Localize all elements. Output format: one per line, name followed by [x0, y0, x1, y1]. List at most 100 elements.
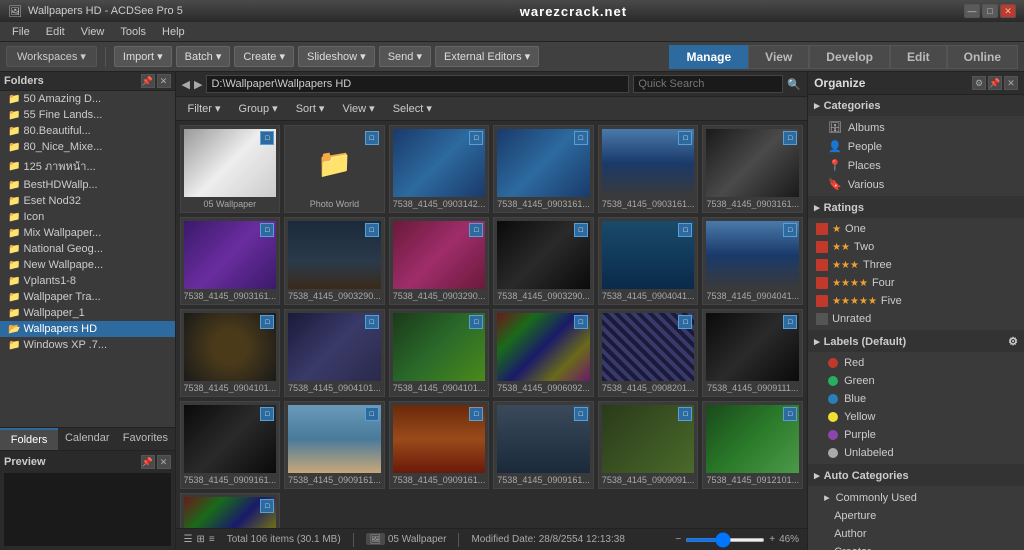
- sort-button[interactable]: Sort ▾: [290, 100, 331, 117]
- thumbnail-item[interactable]: □7538_4145_0903290...: [389, 217, 490, 305]
- tab-view[interactable]: View: [748, 45, 809, 69]
- thumbnail-item[interactable]: □7538_4145_0906092...: [493, 309, 594, 397]
- thumbnail-item[interactable]: □7538_4145_0908201...: [598, 309, 699, 397]
- thumbnail-item[interactable]: □7538_4145_0912101...: [180, 493, 281, 528]
- label-yellow[interactable]: Yellow: [808, 408, 1024, 426]
- view-mode-details[interactable]: ≡: [209, 534, 215, 545]
- thumbnail-item[interactable]: □7538_4145_0909161...: [389, 401, 490, 489]
- slideshow-button[interactable]: Slideshow ▾: [298, 46, 375, 67]
- organize-pin-button[interactable]: 📌: [988, 76, 1002, 90]
- tab-calendar[interactable]: Calendar: [58, 428, 116, 450]
- thumbnails-area[interactable]: □05 Wallpaper📁□Photo World□7538_4145_090…: [176, 121, 808, 528]
- organize-gear-button[interactable]: ⚙: [972, 76, 986, 90]
- thumbnail-item[interactable]: □7538_4145_0904101...: [180, 309, 281, 397]
- preview-pin-button[interactable]: 📌: [141, 455, 155, 469]
- folder-item-vplants[interactable]: 📁 Vplants1-8: [0, 273, 175, 289]
- search-input[interactable]: [633, 75, 783, 93]
- commonly-used-header[interactable]: ▸ Commonly Used: [808, 488, 1024, 507]
- thumbnail-item[interactable]: □7538_4145_0904041...: [702, 217, 803, 305]
- nav-forward-button[interactable]: ▶: [194, 78, 202, 91]
- zoom-slider[interactable]: [685, 538, 765, 542]
- organize-close-button[interactable]: ✕: [1004, 76, 1018, 90]
- labels-header[interactable]: ▸ Labels (Default) ⚙: [808, 331, 1024, 352]
- label-unlabeled[interactable]: Unlabeled: [808, 444, 1024, 462]
- folder-item-best[interactable]: 📁 BestHDWallp...: [0, 177, 175, 193]
- nav-back-button[interactable]: ◀: [182, 78, 190, 91]
- tab-favorites[interactable]: Favorites: [116, 428, 174, 450]
- folder-item-eset[interactable]: 📁 Eset Nod32: [0, 193, 175, 209]
- filter-button[interactable]: Filter ▾: [182, 100, 227, 117]
- thumbnail-item[interactable]: □7538_4145_0909161...: [493, 401, 594, 489]
- rating-3[interactable]: ★★★Three: [808, 256, 1024, 274]
- import-button[interactable]: Import ▾: [114, 46, 172, 67]
- close-button[interactable]: ✕: [1000, 4, 1016, 18]
- group-button[interactable]: Group ▾: [233, 100, 284, 117]
- auto-cat-creator[interactable]: Creator: [808, 543, 1024, 550]
- path-input[interactable]: [206, 75, 629, 93]
- auto-categories-header[interactable]: ▸ Auto Categories: [808, 465, 1024, 486]
- tab-manage[interactable]: Manage: [669, 45, 748, 69]
- folder-item-wallpaper-tra[interactable]: 📁 Wallpaper Tra...: [0, 289, 175, 305]
- thumbnail-item[interactable]: □7538_4145_0909161...: [180, 401, 281, 489]
- thumbnail-item[interactable]: □7538_4145_0903161...: [493, 125, 594, 213]
- workspaces-button[interactable]: Workspaces ▾: [6, 46, 97, 67]
- category-albums[interactable]: 🗄 Albums: [808, 118, 1024, 137]
- rating-1[interactable]: ★One: [808, 220, 1024, 238]
- tab-online[interactable]: Online: [947, 45, 1018, 69]
- thumbnail-item[interactable]: □7538_4145_0904041...: [598, 217, 699, 305]
- tab-develop[interactable]: Develop: [809, 45, 890, 69]
- folder-item-80n[interactable]: 📁 80_Nice_Mixe...: [0, 139, 175, 155]
- select-button[interactable]: Select ▾: [387, 100, 438, 117]
- rating-4[interactable]: ★★★★Four: [808, 274, 1024, 292]
- folder-item-new[interactable]: 📁 New Wallpape...: [0, 257, 175, 273]
- zoom-in-button[interactable]: +: [769, 534, 775, 545]
- folder-item-wallpapers-hd[interactable]: 📂 Wallpapers HD: [0, 321, 175, 337]
- tab-folders[interactable]: Folders: [0, 428, 58, 450]
- thumbnail-item[interactable]: □7538_4145_0904101...: [389, 309, 490, 397]
- label-purple[interactable]: Purple: [808, 426, 1024, 444]
- thumbnail-item[interactable]: □7538_4145_0903161...: [702, 125, 803, 213]
- thumbnail-item[interactable]: □7538_4145_0903290...: [493, 217, 594, 305]
- minimize-button[interactable]: —: [964, 4, 980, 18]
- panel-close-button[interactable]: ✕: [157, 74, 171, 88]
- folder-item-mix[interactable]: 📁 Mix Wallpaper...: [0, 225, 175, 241]
- panel-pin-button[interactable]: 📌: [141, 74, 155, 88]
- label-green[interactable]: Green: [808, 372, 1024, 390]
- label-blue[interactable]: Blue: [808, 390, 1024, 408]
- rating-unrated[interactable]: Unrated: [808, 310, 1024, 328]
- thumbnail-item[interactable]: □7538_4145_0909091...: [598, 401, 699, 489]
- category-places[interactable]: 📍 Places: [808, 156, 1024, 175]
- auto-cat-author[interactable]: Author: [808, 525, 1024, 543]
- folder-item-80b[interactable]: 📁 80.Beautiful...: [0, 123, 175, 139]
- create-button[interactable]: Create ▾: [234, 46, 294, 67]
- zoom-out-button[interactable]: −: [675, 534, 681, 545]
- menu-file[interactable]: File: [4, 24, 38, 40]
- folder-item-wallpaper-1[interactable]: 📁 Wallpaper_1: [0, 305, 175, 321]
- category-people[interactable]: 👤 People: [808, 137, 1024, 156]
- preview-close-button[interactable]: ✕: [157, 455, 171, 469]
- maximize-button[interactable]: □: [982, 4, 998, 18]
- thumbnail-item[interactable]: □7538_4145_0903142...: [389, 125, 490, 213]
- view-mode-grid[interactable]: ⊞: [196, 534, 204, 545]
- rating-5[interactable]: ★★★★★Five: [808, 292, 1024, 310]
- thumbnail-item[interactable]: □7538_4145_0909111...: [702, 309, 803, 397]
- folder-item-windows[interactable]: 📁 Windows XP .7...: [0, 337, 175, 353]
- view-mode-list[interactable]: ☰: [184, 534, 193, 545]
- view-button[interactable]: View ▾: [336, 100, 380, 117]
- menu-edit[interactable]: Edit: [38, 24, 73, 40]
- batch-button[interactable]: Batch ▾: [176, 46, 231, 67]
- menu-help[interactable]: Help: [154, 24, 193, 40]
- thumbnail-item[interactable]: □05 Wallpaper: [180, 125, 281, 213]
- search-button[interactable]: 🔍: [787, 78, 801, 91]
- menu-view[interactable]: View: [73, 24, 113, 40]
- send-button[interactable]: Send ▾: [379, 46, 431, 67]
- tab-edit[interactable]: Edit: [890, 45, 947, 69]
- folder-item-50[interactable]: 📁 50 Amazing D...: [0, 91, 175, 107]
- thumbnail-item[interactable]: □7538_4145_0903161...: [598, 125, 699, 213]
- folder-item-55[interactable]: 📁 55 Fine Lands...: [0, 107, 175, 123]
- thumbnail-item[interactable]: 📁□Photo World: [284, 125, 385, 213]
- menu-tools[interactable]: Tools: [112, 24, 154, 40]
- thumbnail-item[interactable]: □7538_4145_0904101...: [284, 309, 385, 397]
- label-red[interactable]: Red: [808, 354, 1024, 372]
- thumbnail-item[interactable]: □7538_4145_0903290...: [284, 217, 385, 305]
